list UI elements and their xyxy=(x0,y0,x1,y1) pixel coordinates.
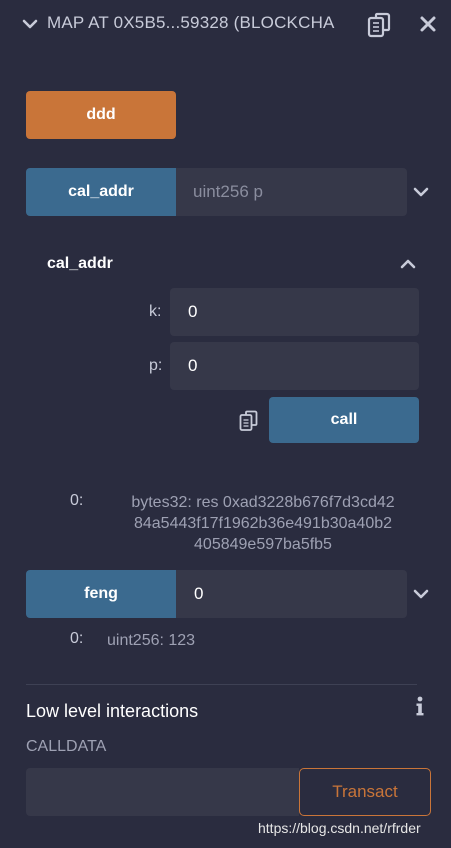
chevron-up-icon[interactable] xyxy=(398,254,418,274)
cal-addr-input[interactable]: uint256 p xyxy=(176,168,407,216)
close-icon[interactable] xyxy=(418,14,438,34)
ddd-button[interactable]: ddd xyxy=(26,91,176,139)
param-input-k[interactable]: 0 xyxy=(170,288,419,336)
param-label-p: p: xyxy=(149,357,163,374)
chevron-down-icon[interactable] xyxy=(411,584,431,604)
cal-addr-output-line: bytes32: res 0xad3228b676f7d3cd42 xyxy=(131,494,395,511)
chevron-down-icon[interactable] xyxy=(20,14,40,34)
low-level-title: Low level interactions xyxy=(26,701,199,721)
param-value-k: 0 xyxy=(188,302,198,321)
watermark: https://blog.csdn.net/rfrder xyxy=(258,820,421,836)
cal-addr-button[interactable]: cal_addr xyxy=(26,168,176,216)
call-button[interactable]: call xyxy=(269,397,419,443)
copy-icon[interactable] xyxy=(367,12,393,40)
feng-input-value: 0 xyxy=(194,584,204,603)
feng-output-value: uint256: 123 xyxy=(107,632,196,649)
cal-addr-output-line: 84a5443f17f1962b36e491b30a40b2 xyxy=(133,515,393,532)
cal-addr-output-index: 0: xyxy=(70,492,84,509)
contract-header: MAP AT 0X5B5...59328 (BLOCKCHA xyxy=(0,0,451,50)
cal-addr-expanded-title: cal_addr xyxy=(47,255,113,272)
transact-label: Transact xyxy=(332,782,398,801)
info-icon[interactable] xyxy=(410,695,430,719)
cal-addr-placeholder: uint256 p xyxy=(193,182,263,201)
param-label-k: k: xyxy=(149,303,162,320)
cal-addr-output-line: 405849e597ba5fb5 xyxy=(194,536,332,553)
feng-input[interactable]: 0 xyxy=(176,570,407,618)
feng-output-index: 0: xyxy=(70,630,84,647)
feng-button[interactable]: feng xyxy=(26,570,176,618)
chevron-down-icon[interactable] xyxy=(411,182,431,202)
contract-title: MAP AT 0X5B5...59328 (BLOCKCHA xyxy=(47,13,335,32)
divider xyxy=(26,684,417,685)
copy-icon[interactable] xyxy=(239,410,259,432)
calldata-label: CALLDATA xyxy=(26,738,107,755)
param-input-p[interactable]: 0 xyxy=(170,342,419,390)
transact-button[interactable]: Transact xyxy=(299,768,431,816)
cal-addr-output-value: bytes32: res 0xad3228b676f7d3cd42 84a544… xyxy=(106,492,420,555)
calldata-input[interactable] xyxy=(26,768,299,816)
param-value-p: 0 xyxy=(188,356,198,375)
